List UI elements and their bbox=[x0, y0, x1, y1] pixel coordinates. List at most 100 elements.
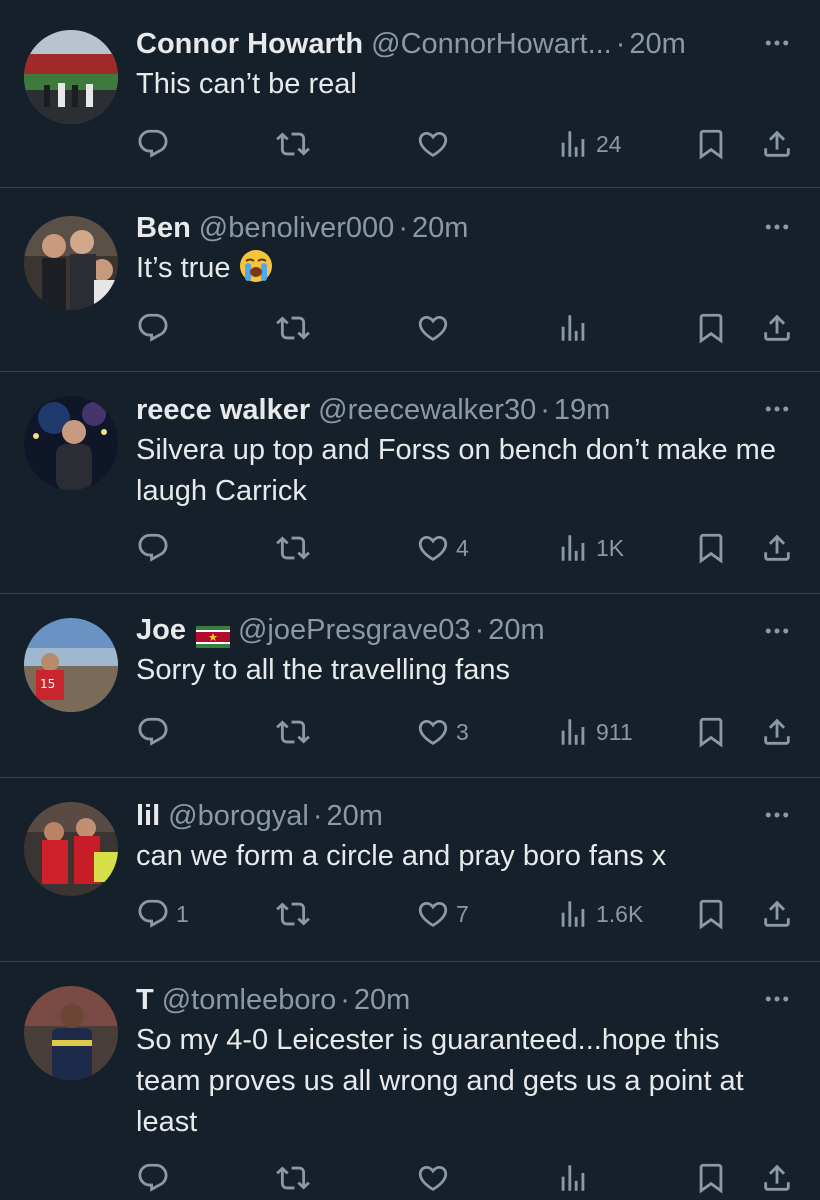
display-name[interactable]: lil bbox=[136, 796, 160, 836]
share-button[interactable] bbox=[760, 712, 794, 752]
display-name[interactable]: Joe bbox=[136, 610, 186, 650]
retweet-button[interactable] bbox=[276, 894, 316, 934]
retweet-button[interactable] bbox=[276, 712, 316, 752]
retweet-button[interactable] bbox=[276, 308, 316, 348]
heart-icon bbox=[416, 1161, 450, 1195]
views-icon bbox=[556, 311, 590, 345]
share-icon bbox=[760, 127, 794, 161]
share-button[interactable] bbox=[760, 528, 794, 568]
like-button[interactable]: 4 bbox=[416, 528, 469, 568]
avatar[interactable] bbox=[24, 30, 118, 124]
views-button[interactable]: 911 bbox=[556, 712, 633, 752]
views-icon bbox=[556, 897, 590, 931]
view-count: 1K bbox=[596, 534, 625, 561]
avatar[interactable] bbox=[24, 986, 118, 1080]
tweet-text: can we form a circle and pray boro fans … bbox=[136, 840, 667, 872]
views-icon bbox=[556, 715, 590, 749]
tweet[interactable]: Connor Howarth @ConnorHowart... · 20m Th… bbox=[0, 0, 820, 188]
bookmark-button[interactable] bbox=[694, 712, 728, 752]
like-count: 4 bbox=[456, 534, 469, 561]
bookmark-icon bbox=[694, 1161, 728, 1195]
views-button[interactable]: 1.6K bbox=[556, 894, 643, 934]
views-button[interactable]: 24 bbox=[556, 124, 622, 164]
more-icon[interactable] bbox=[762, 800, 792, 830]
retweet-button[interactable] bbox=[276, 124, 316, 164]
tweet[interactable]: T @tomleeboro · 20m So my 4-0 Leicester … bbox=[0, 962, 820, 1200]
timestamp[interactable]: 20m bbox=[629, 24, 685, 64]
display-name[interactable]: T bbox=[136, 980, 154, 1020]
more-icon[interactable] bbox=[762, 28, 792, 58]
retweet-icon bbox=[276, 1161, 310, 1195]
retweet-button[interactable] bbox=[276, 528, 316, 568]
user-handle[interactable]: @borogyal bbox=[168, 796, 309, 836]
share-icon bbox=[760, 311, 794, 345]
more-icon[interactable] bbox=[762, 616, 792, 646]
bookmark-icon bbox=[694, 715, 728, 749]
tweet[interactable]: Ben @benoliver000 · 20m It’s true bbox=[0, 188, 820, 372]
views-button[interactable]: 1K bbox=[556, 528, 624, 568]
action-bar: 24 bbox=[136, 124, 796, 164]
bookmark-button[interactable] bbox=[694, 528, 728, 568]
timestamp[interactable]: 19m bbox=[554, 390, 610, 430]
reply-button[interactable] bbox=[136, 308, 176, 348]
bookmark-button[interactable] bbox=[694, 894, 728, 934]
reply-button[interactable]: 1 bbox=[136, 894, 189, 934]
timestamp[interactable]: 20m bbox=[412, 208, 468, 248]
user-handle[interactable]: @tomleeboro bbox=[162, 980, 337, 1020]
display-name[interactable]: reece walker bbox=[136, 390, 310, 430]
svg-text:15: 15 bbox=[40, 677, 55, 691]
tweet[interactable]: lil @borogyal · 20m can we form a circle… bbox=[0, 778, 820, 962]
separator-dot: · bbox=[398, 212, 408, 244]
views-button[interactable] bbox=[556, 1158, 596, 1198]
action-bar: 4 1K bbox=[136, 528, 796, 568]
user-handle[interactable]: @ConnorHowart... bbox=[371, 24, 612, 64]
view-count: 911 bbox=[596, 718, 633, 745]
share-button[interactable] bbox=[760, 894, 794, 934]
bookmark-button[interactable] bbox=[694, 1158, 728, 1198]
like-button[interactable] bbox=[416, 308, 456, 348]
reply-button[interactable] bbox=[136, 712, 176, 752]
more-icon[interactable] bbox=[762, 394, 792, 424]
views-icon bbox=[556, 127, 590, 161]
avatar[interactable]: 15 bbox=[24, 618, 118, 712]
display-name[interactable]: Ben bbox=[136, 208, 191, 248]
timestamp[interactable]: 20m bbox=[354, 980, 410, 1020]
user-handle[interactable]: @reecewalker30 bbox=[318, 390, 536, 430]
bookmark-button[interactable] bbox=[694, 308, 728, 348]
reply-button[interactable] bbox=[136, 528, 176, 568]
retweet-button[interactable] bbox=[276, 1158, 316, 1198]
reply-icon bbox=[136, 897, 170, 931]
timestamp[interactable]: 20m bbox=[327, 796, 383, 836]
reply-button[interactable] bbox=[136, 1158, 176, 1198]
avatar[interactable] bbox=[24, 396, 118, 490]
share-button[interactable] bbox=[760, 308, 794, 348]
like-button[interactable]: 3 bbox=[416, 712, 469, 752]
timestamp[interactable]: 20m bbox=[488, 610, 544, 650]
reply-button[interactable] bbox=[136, 124, 176, 164]
like-button[interactable] bbox=[416, 1158, 456, 1198]
views-button[interactable] bbox=[556, 308, 596, 348]
more-icon[interactable] bbox=[762, 984, 792, 1014]
heart-icon bbox=[416, 715, 450, 749]
share-button[interactable] bbox=[760, 124, 794, 164]
share-button[interactable] bbox=[760, 1158, 794, 1198]
bookmark-button[interactable] bbox=[694, 124, 728, 164]
bookmark-icon bbox=[694, 897, 728, 931]
tweet[interactable]: reece walker @reecewalker30 · 19m Silver… bbox=[0, 372, 820, 594]
avatar[interactable] bbox=[24, 216, 118, 310]
more-icon[interactable] bbox=[762, 212, 792, 242]
like-button[interactable]: 7 bbox=[416, 894, 469, 934]
tweet-text: It’s true bbox=[136, 252, 231, 284]
like-button[interactable] bbox=[416, 124, 456, 164]
views-icon bbox=[556, 531, 590, 565]
user-handle[interactable]: @benoliver000 bbox=[199, 208, 395, 248]
retweet-icon bbox=[276, 715, 310, 749]
tweet[interactable]: 15 Joe @joePresgrave03 · 20m Sorry to al… bbox=[0, 594, 820, 778]
separator-dot: · bbox=[615, 28, 626, 60]
avatar[interactable] bbox=[24, 802, 118, 896]
like-count: 3 bbox=[456, 718, 469, 745]
user-handle[interactable]: @joePresgrave03 bbox=[238, 610, 471, 650]
display-name[interactable]: Connor Howarth bbox=[136, 24, 363, 64]
separator-dot: · bbox=[474, 614, 485, 646]
tweet-text: Silvera up top and Forss on bench don’t … bbox=[136, 434, 776, 507]
